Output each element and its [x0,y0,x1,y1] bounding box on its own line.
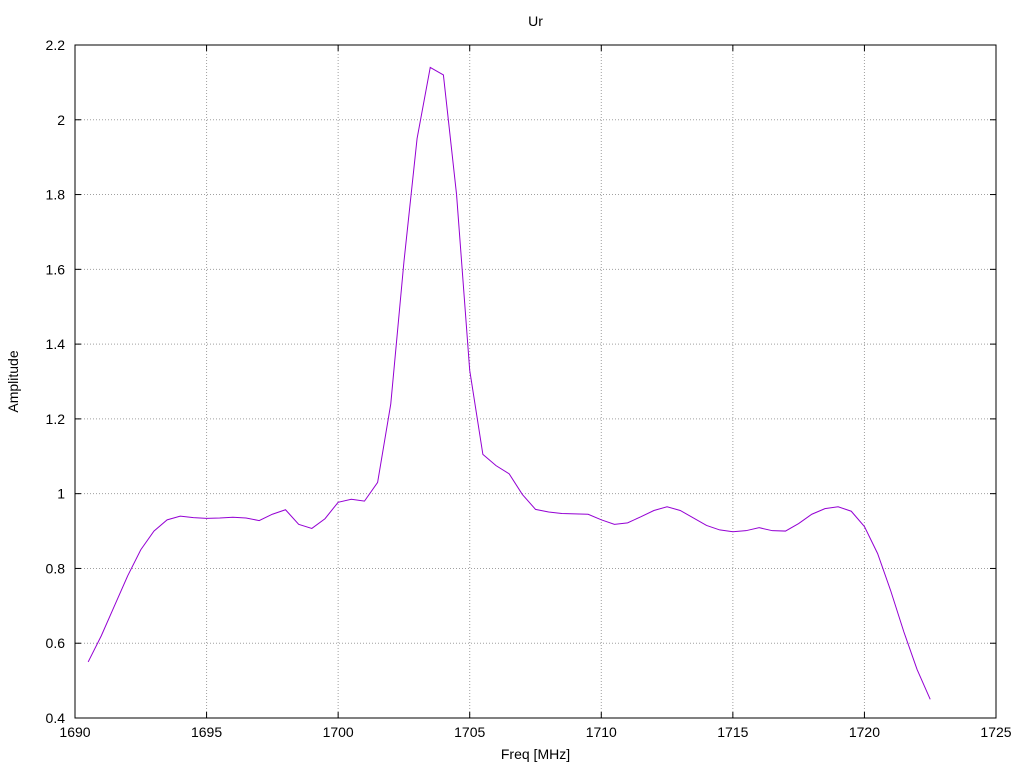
x-tick-label: 1690 [59,724,90,740]
x-tick-label: 1720 [849,724,880,740]
y-tick-label: 1 [57,486,65,502]
y-tick-label: 2 [57,112,65,128]
y-tick-label: 1.2 [46,411,66,427]
x-tick-label: 1715 [717,724,748,740]
x-tick-label: 1705 [454,724,485,740]
line-chart: 1690 1695 1700 1705 1710 1715 1720 1725 0.4 0.6 0.… [0,0,1024,768]
y-tick-label: 1.6 [46,261,66,277]
chart-title: Ur [528,13,543,29]
y-tick-label: 1.4 [46,336,66,352]
x-tick-label: 1695 [191,724,222,740]
x-axis-title: Freq [MHz] [501,746,570,762]
y-tick-label: 1.8 [46,187,66,203]
y-axis-title: Amplitude [5,350,21,412]
y-tick-label: 0.8 [46,560,66,576]
x-tick-label: 1725 [980,724,1011,740]
y-tick-label: 0.6 [46,635,66,651]
y-tick-label: 2.2 [46,37,66,53]
x-tick-label: 1710 [586,724,617,740]
x-tick-label: 1700 [323,724,354,740]
chart-background [0,0,1024,768]
y-tick-label: 0.4 [46,710,66,726]
